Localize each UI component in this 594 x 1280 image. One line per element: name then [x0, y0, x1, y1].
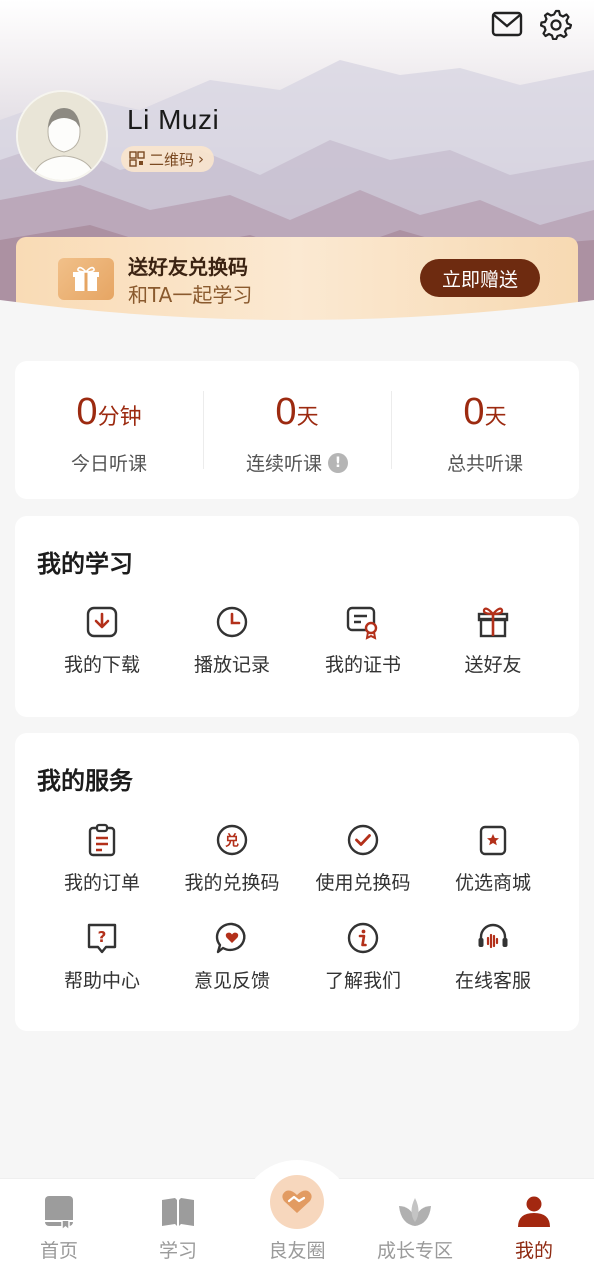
about-us-item[interactable]: 了解我们	[293, 918, 433, 993]
open-book-icon	[123, 1192, 233, 1232]
stat-total: 0天 总共听课	[391, 361, 579, 499]
person-icon	[479, 1192, 589, 1232]
listening-stats-card: 0分钟 今日听课 0天 连续听课! 0天 总共听课	[15, 361, 579, 499]
gift-banner-title: 送好友兑换码	[128, 255, 248, 279]
gear-icon[interactable]	[540, 8, 572, 40]
stat-today: 0分钟 今日听课	[15, 361, 203, 499]
my-redeem-codes-item[interactable]: 兑 我的兑换码	[162, 820, 302, 895]
stat-value: 0	[275, 391, 297, 433]
nav-study[interactable]: 学习	[123, 1192, 233, 1263]
check-circle-icon	[293, 820, 433, 860]
help-icon: ?	[32, 918, 172, 958]
select-store-item[interactable]: 优选商城	[423, 820, 563, 895]
headset-icon	[423, 918, 563, 958]
my-certificates-item[interactable]: 我的证书	[293, 602, 433, 677]
nav-friends-circle[interactable]: 良友圈	[242, 1200, 352, 1263]
home-book-icon	[4, 1192, 114, 1232]
grid-item-label: 我的订单	[63, 872, 140, 894]
stat-value: 0	[76, 391, 98, 433]
grid-item-label: 我的兑换码	[184, 872, 280, 894]
profile-header: Li Muzi 二维码 › 送好友兑换码 和TA一起学习 立即赠送	[0, 0, 594, 340]
qr-code-icon	[129, 151, 145, 167]
section-title: 我的学习	[37, 550, 133, 578]
nav-home[interactable]: 首页	[4, 1192, 114, 1263]
avatar[interactable]	[16, 90, 108, 182]
nav-label: 良友圈	[268, 1240, 326, 1262]
use-redeem-code-item[interactable]: 使用兑换码	[293, 820, 433, 895]
feedback-icon	[162, 918, 302, 958]
grid-item-label: 我的证书	[324, 654, 401, 676]
grid-item-label: 在线客服	[454, 970, 531, 992]
play-history-item[interactable]: 播放记录	[162, 602, 302, 677]
username: Li Muzi	[127, 104, 220, 135]
order-icon	[32, 820, 172, 860]
stat-streak: 0天 连续听课!	[203, 361, 391, 499]
my-services-card: 我的服务 我的订单 兑 我的兑换码 使用兑换码 优选商城 ? 帮助中心 意见反馈…	[15, 733, 579, 1031]
certificate-icon	[293, 602, 433, 642]
nav-label: 首页	[39, 1240, 78, 1262]
mail-icon[interactable]	[491, 8, 523, 40]
nav-label: 学习	[158, 1240, 197, 1262]
stat-label: 总共听课	[446, 453, 523, 475]
grid-item-label: 我的下载	[63, 654, 140, 676]
grid-item-label: 帮助中心	[63, 970, 140, 992]
nav-growth[interactable]: 成长专区	[360, 1192, 470, 1263]
stat-value: 0	[463, 391, 485, 433]
send-friend-item[interactable]: 送好友	[423, 602, 563, 677]
svg-text:兑: 兑	[225, 833, 239, 850]
stat-unit: 天	[484, 405, 507, 430]
redeem-code-icon: 兑	[162, 820, 302, 860]
stat-label: 今日听课	[70, 453, 147, 475]
svg-text:?: ?	[98, 928, 107, 946]
grid-item-label: 送好友	[464, 654, 522, 676]
qr-code-button[interactable]: 二维码 ›	[121, 146, 215, 172]
leaf-icon	[360, 1192, 470, 1232]
header-curve	[0, 300, 594, 340]
nav-label: 我的	[514, 1240, 553, 1262]
section-title: 我的服务	[37, 767, 133, 795]
stat-unit: 分钟	[97, 405, 142, 430]
my-study-card: 我的学习 我的下载 播放记录 我的证书 送好友	[15, 516, 579, 717]
chevron-right-icon: ›	[198, 150, 205, 168]
gift-icon	[423, 602, 563, 642]
grid-item-label: 使用兑换码	[315, 872, 411, 894]
exclamation-info-icon[interactable]: !	[328, 452, 348, 473]
grid-item-label: 了解我们	[324, 970, 401, 992]
my-orders-item[interactable]: 我的订单	[32, 820, 172, 895]
info-icon	[293, 918, 433, 958]
nav-mine[interactable]: 我的	[479, 1192, 589, 1263]
clock-icon	[162, 602, 302, 642]
online-support-item[interactable]: 在线客服	[423, 918, 563, 993]
grid-item-label: 播放记录	[193, 654, 270, 676]
store-icon	[423, 820, 563, 860]
my-downloads-item[interactable]: 我的下载	[32, 602, 172, 677]
stat-label: 连续听课	[245, 453, 322, 475]
download-icon	[32, 602, 172, 642]
qr-label: 二维码	[149, 150, 195, 169]
nav-label: 成长专区	[376, 1240, 453, 1262]
grid-item-label: 优选商城	[454, 872, 531, 894]
feedback-item[interactable]: 意见反馈	[162, 918, 302, 993]
help-center-item[interactable]: ? 帮助中心	[32, 918, 172, 993]
grid-item-label: 意见反馈	[193, 970, 270, 992]
stat-unit: 天	[296, 405, 319, 430]
